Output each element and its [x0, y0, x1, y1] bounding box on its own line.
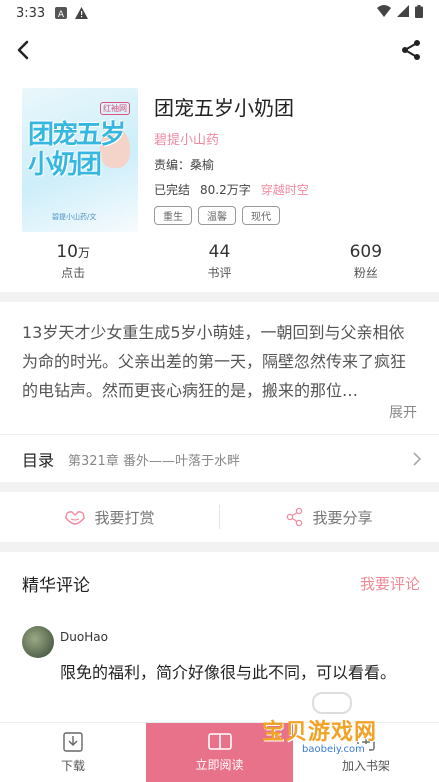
stat-value: 10万 [0, 242, 146, 262]
status-time: 3:33 [16, 5, 46, 21]
book-word-count: 80.2万字 [200, 183, 251, 197]
download-icon [63, 732, 83, 752]
reward-icon [65, 511, 86, 525]
stat-number: 10 [56, 242, 78, 262]
gamepad-icon [312, 692, 352, 714]
reward-button[interactable]: 我要打赏 [0, 507, 219, 528]
book-status: 已完结 [154, 183, 191, 197]
avatar[interactable] [22, 626, 54, 658]
stat-value: 609 [293, 242, 439, 262]
book-header: 红袖网 团宠五岁小奶团 碧提小山药/文 团宠五岁小奶团 碧提小山药 责编：桑榆 … [0, 88, 439, 238]
comments-header: 精华评论 我要评论 [22, 566, 420, 600]
stat-unit: 万 [77, 246, 90, 260]
reward-label: 我要打赏 [94, 508, 155, 527]
stat-label: 书评 [207, 266, 232, 280]
warning-icon [75, 7, 89, 19]
book-editor: 责编：桑榆 [154, 158, 215, 172]
stat-value: 44 [146, 242, 292, 262]
wifi-icon [377, 5, 391, 21]
notification-a-icon: A [55, 7, 68, 20]
download-button[interactable]: 下载 [0, 723, 146, 782]
section-separator [0, 292, 439, 302]
comment-text: 限免的福利，简介好像很与此不同，可以看看。 [60, 663, 397, 682]
share-icon [402, 40, 420, 60]
back-arrow-icon [17, 40, 29, 60]
stat-reviews[interactable]: 44 书评 [146, 242, 292, 282]
comment-username[interactable]: DuoHao [60, 630, 108, 644]
nav-bar [0, 30, 439, 70]
share-button[interactable] [399, 38, 423, 62]
download-label: 下载 [60, 759, 85, 773]
book-category-link[interactable]: 穿越时空 [261, 181, 309, 198]
watermark-text: 宝贝游戏网 [262, 720, 378, 745]
site-watermark: 宝贝游戏网 baobeiy.com [262, 692, 410, 764]
tag-chip[interactable]: 温馨 [198, 206, 236, 225]
comments-heading: 精华评论 [22, 575, 90, 596]
book-tags: 重生 温馨 现代 [154, 206, 424, 225]
cover-author: 碧提小山药/文 [52, 213, 97, 221]
book-description: 13岁天才少女重生成5岁小萌娃，一朝回到与父亲相依为命的时光。父亲出差的第一天，… [22, 323, 407, 400]
expand-description-button[interactable]: 展开 [389, 402, 417, 422]
book-cover[interactable]: 红袖网 团宠五岁小奶团 碧提小山药/文 [22, 88, 138, 232]
share-icon [287, 507, 303, 527]
svg-text:A: A [58, 10, 65, 19]
read-now-label: 立即阅读 [195, 758, 244, 772]
table-of-contents-row[interactable]: 目录 第321章 番外——叶落于水畔 [0, 436, 439, 482]
stat-fans[interactable]: 609 粉丝 [293, 242, 439, 282]
stat-label: 粉丝 [353, 266, 378, 280]
cover-title: 团宠五岁小奶团 [28, 120, 126, 180]
toc-label: 目录 [22, 451, 55, 470]
book-meta: 已完结 80.2万字 穿越时空 [154, 181, 424, 198]
chevron-right-icon [413, 452, 422, 466]
action-row: 我要打赏 我要分享 [0, 494, 439, 540]
stat-clicks: 10万 点击 [0, 242, 146, 282]
toc-latest-chapter: 第321章 番外——叶落于水畔 [68, 453, 240, 469]
share-book-button[interactable]: 我要分享 [220, 507, 439, 528]
stat-label: 点击 [61, 266, 86, 280]
cover-site-badge: 红袖网 [100, 102, 130, 115]
section-separator [0, 482, 439, 492]
status-bar: 3:33 A [0, 0, 439, 26]
book-author-link[interactable]: 碧提小山药 [154, 129, 424, 148]
write-comment-button[interactable]: 我要评论 [360, 573, 420, 594]
tag-chip[interactable]: 现代 [242, 206, 280, 225]
divider [0, 434, 439, 435]
book-stats: 10万 点击 44 书评 609 粉丝 [0, 242, 439, 282]
back-button[interactable] [12, 38, 36, 62]
book-info: 团宠五岁小奶团 碧提小山药 责编：桑榆 已完结 80.2万字 穿越时空 重生 温… [154, 88, 424, 225]
section-separator [0, 542, 439, 552]
battery-icon [415, 4, 423, 22]
book-open-icon [207, 733, 232, 750]
share-label: 我要分享 [312, 508, 373, 527]
signal-icon [397, 5, 409, 21]
watermark-url: baobeiy.com [298, 744, 369, 755]
tag-chip[interactable]: 重生 [154, 206, 192, 225]
book-title: 团宠五岁小奶团 [154, 96, 294, 120]
stat-number: 44 [208, 242, 231, 262]
stat-number: 609 [349, 242, 383, 262]
